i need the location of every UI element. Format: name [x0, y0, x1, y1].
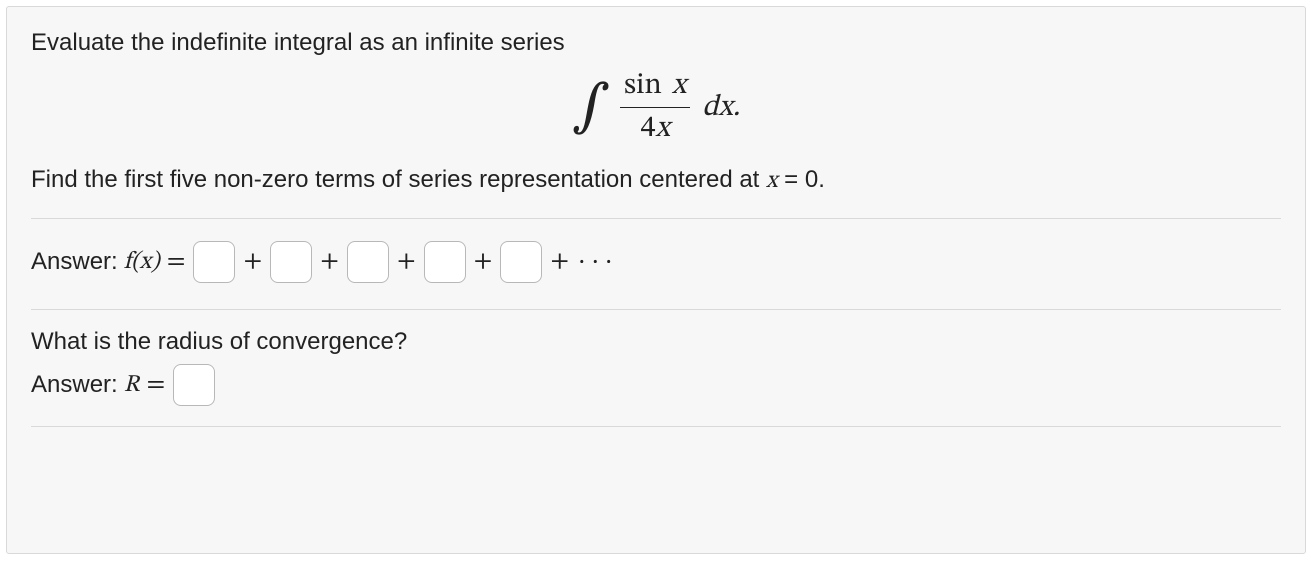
question-panel: Evaluate the indefinite integral as an i…	[6, 6, 1306, 554]
plus-sign: +	[397, 246, 416, 279]
func-name: f	[124, 250, 131, 274]
integral-expression: ∫ sin x 4x dx.	[31, 67, 1281, 148]
fraction: sin x 4x	[616, 67, 694, 148]
func-var: x	[140, 250, 152, 274]
divider	[31, 426, 1281, 427]
sub-prompt-eq: = 0.	[778, 166, 825, 193]
term-3-input[interactable]	[347, 241, 389, 283]
radius-input[interactable]	[173, 364, 215, 406]
plus-sign: +	[320, 246, 339, 279]
radius-answer-row: Answer: R =	[31, 364, 1281, 406]
plus-sign: +	[550, 246, 569, 279]
ellipsis: · · ·	[578, 246, 612, 279]
numerator-fn: sin	[624, 71, 662, 101]
prompt-text: Evaluate the indefinite integral as an i…	[31, 29, 1281, 57]
denom-coeff: 4	[641, 114, 656, 144]
denom-var: x	[655, 114, 669, 144]
integral-sign-icon: ∫	[572, 80, 610, 136]
equals-sign: =	[147, 369, 166, 402]
sub-prompt-var: x	[766, 169, 778, 193]
term-4-input[interactable]	[424, 241, 466, 283]
equals-sign: =	[167, 246, 186, 279]
plus-sign: +	[474, 246, 493, 279]
sub-prompt-prefix: Find the first five non-zero terms of se…	[31, 166, 766, 193]
term-5-input[interactable]	[500, 241, 542, 283]
series-answer-row: Answer: f(x) = + + + + + · · ·	[31, 219, 1281, 309]
term-2-input[interactable]	[270, 241, 312, 283]
radius-var: R	[124, 370, 140, 400]
radius-answer-label: Answer:	[31, 371, 118, 399]
radius-question: What is the radius of convergence?	[31, 328, 1281, 356]
plus-sign: +	[243, 246, 262, 279]
fx-expression: f(x)	[124, 247, 160, 277]
numerator-var: x	[669, 71, 686, 101]
term-1-input[interactable]	[193, 241, 235, 283]
radius-section: What is the radius of convergence? Answe…	[31, 310, 1281, 426]
answer-label: Answer:	[31, 248, 118, 276]
differential: dx.	[702, 89, 740, 127]
sub-prompt: Find the first five non-zero terms of se…	[31, 166, 1281, 196]
